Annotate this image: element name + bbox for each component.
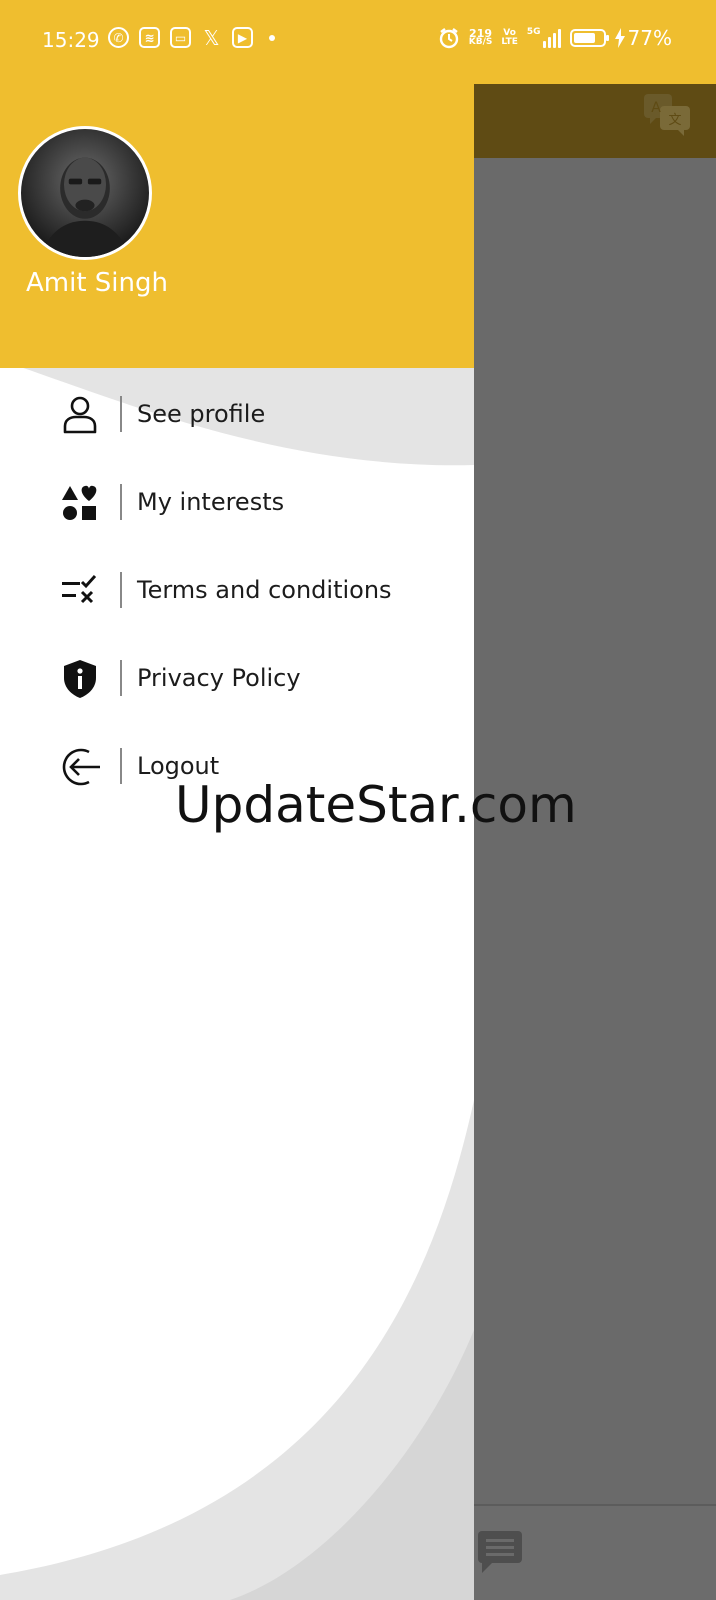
shield-info-icon — [64, 660, 96, 698]
menu-separator — [120, 748, 122, 784]
status-bar: 15:29 ✆ ≋ ▭ 𝕏 ▶ 219 KB/S Vo LTE 5G 77% — [0, 0, 716, 84]
checklist-icon — [62, 574, 97, 604]
spotify-icon: ≋ — [139, 27, 160, 48]
menu-separator — [120, 484, 122, 520]
alarm-icon — [439, 28, 458, 49]
interests-shapes-icon — [62, 485, 97, 520]
x-icon: 𝕏 — [203, 25, 220, 50]
menu-item-my-interests[interactable]: My interests — [0, 468, 474, 538]
system-icons: 219 KB/S Vo LTE 5G 77% — [438, 26, 672, 50]
battery-icon — [569, 29, 609, 47]
menu-separator — [120, 572, 122, 608]
menu-separator — [120, 396, 122, 432]
more-notifications-icon — [269, 34, 275, 41]
logout-icon — [62, 748, 100, 786]
avatar[interactable] — [18, 126, 152, 260]
signal-icon: 5G — [527, 28, 561, 48]
profile-photo — [40, 157, 130, 257]
menu-label: Terms and conditions — [137, 576, 392, 604]
user-name: Amit Singh — [26, 268, 168, 298]
menu-label: See profile — [137, 400, 266, 428]
battery-percent: 77% — [627, 26, 672, 50]
notification-icons: ✆ ≋ ▭ 𝕏 ▶ — [108, 27, 275, 48]
chat-icon[interactable] — [476, 1529, 524, 1573]
youtube-icon: ▶ — [232, 27, 253, 48]
volte-indicator: Vo LTE — [501, 28, 518, 47]
menu-label: Privacy Policy — [137, 664, 301, 692]
person-icon — [63, 396, 97, 434]
status-time: 15:29 — [42, 28, 100, 52]
app-notification-icon: ▭ — [170, 27, 191, 48]
network-speed: 219 KB/S — [468, 27, 493, 47]
menu-label: My interests — [137, 488, 285, 516]
menu-item-terms-and-conditions[interactable]: Terms and conditions — [0, 556, 474, 626]
svg-text:A: A — [651, 100, 661, 116]
menu-separator — [120, 660, 122, 696]
menu-item-privacy-policy[interactable]: Privacy Policy — [0, 644, 474, 714]
watermark: UpdateStar.com — [175, 776, 577, 834]
menu-item-see-profile[interactable]: See profile — [0, 380, 474, 450]
whatsapp-icon: ✆ — [108, 27, 129, 48]
charging-icon — [614, 28, 625, 48]
translate-icon[interactable]: A 文 — [642, 92, 692, 136]
svg-text:文: 文 — [668, 113, 681, 128]
